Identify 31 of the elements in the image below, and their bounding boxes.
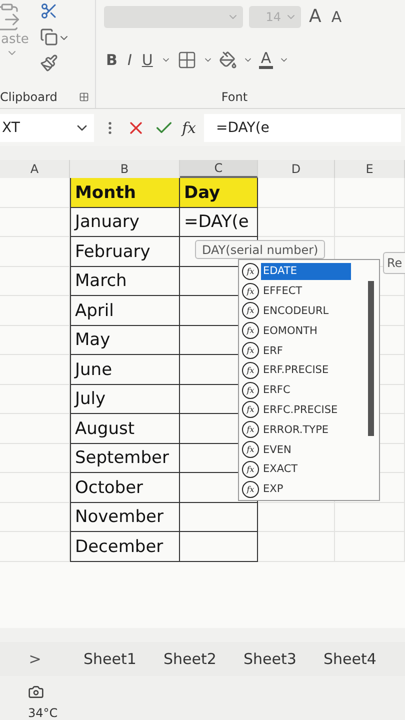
function-icon: fx bbox=[242, 382, 259, 399]
function-icon: fx bbox=[242, 282, 259, 300]
temperature: 34°C bbox=[28, 706, 59, 720]
table-cell: January bbox=[70, 208, 180, 238]
function-icon: fx bbox=[242, 421, 259, 438]
table-cell: July bbox=[70, 384, 180, 414]
side-tooltip: Re bbox=[383, 252, 405, 274]
group-label: Clipboard bbox=[0, 90, 58, 104]
function-icon: fx bbox=[242, 302, 259, 320]
table-cell: October bbox=[70, 473, 180, 503]
function-icon: fx bbox=[242, 262, 259, 280]
table-header: Month bbox=[70, 178, 180, 208]
function-icon: fx bbox=[242, 441, 259, 458]
table-cell: February bbox=[70, 237, 180, 267]
function-icon: fx bbox=[242, 460, 259, 478]
function-icon: fx bbox=[242, 322, 259, 340]
table-cell: May bbox=[70, 326, 180, 356]
function-icon: fx bbox=[242, 362, 259, 379]
table-cell: November bbox=[70, 502, 180, 532]
function-icon: fx bbox=[242, 401, 259, 418]
table-cell: September bbox=[70, 444, 180, 474]
table-cell: December bbox=[70, 532, 180, 562]
table-cell: April bbox=[70, 296, 180, 326]
group-label: Font bbox=[221, 90, 248, 104]
function-icon: fx bbox=[242, 342, 259, 360]
table-cell: August bbox=[70, 414, 180, 444]
table-header: Day bbox=[180, 178, 258, 208]
table-cell: June bbox=[70, 355, 180, 385]
function-tooltip: DAY(serial number) bbox=[195, 240, 326, 260]
table-cell: March bbox=[70, 266, 180, 296]
function-icon: fx bbox=[242, 480, 259, 498]
